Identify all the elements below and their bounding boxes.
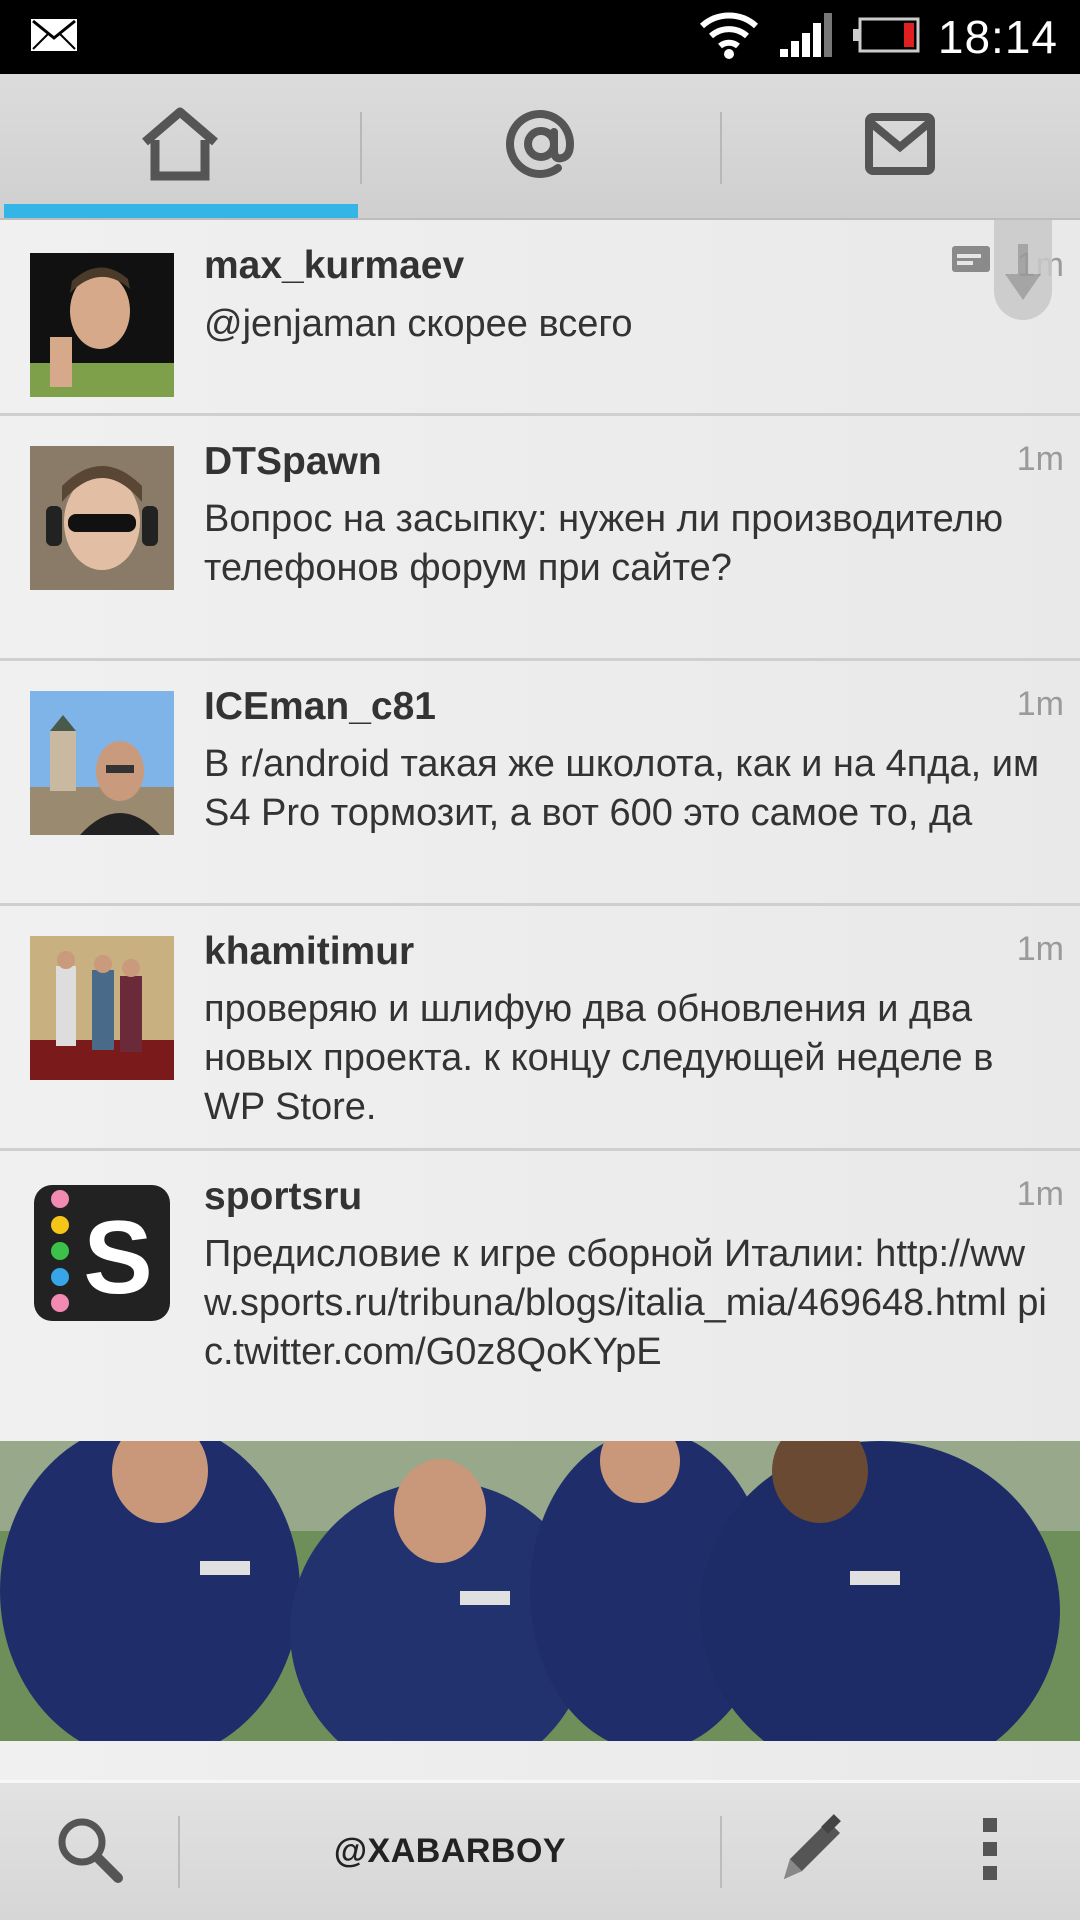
tweet-text[interactable]: Предисловие к игре сборной Италии: http:… (204, 1230, 1060, 1377)
avatar[interactable] (30, 253, 174, 397)
tweet-username[interactable]: DTSpawn (204, 440, 382, 484)
selected-tab-indicator (4, 204, 358, 218)
pull-to-refresh-handle[interactable] (994, 220, 1052, 320)
compose-button[interactable] (722, 1809, 902, 1894)
tweet-timestamp: 1m (1016, 1175, 1064, 1213)
wifi-icon (698, 10, 760, 65)
tweet-item[interactable]: DTSpawn 1m Вопрос на засыпку: нужен ли п… (0, 416, 1080, 661)
tweet-username[interactable]: sportsru (204, 1175, 362, 1219)
tweet-text: В r/android такая же школота, как и на 4… (204, 743, 1040, 834)
tweet-timestamp: 1m (1016, 930, 1064, 968)
conversation-icon (952, 246, 990, 277)
account-switcher[interactable]: @XABARBOY (180, 1832, 720, 1871)
mail-notification-icon (30, 18, 78, 57)
tweet-item[interactable]: ICEman_c81 1m В r/android такая же школо… (0, 661, 1080, 906)
signal-icon (778, 11, 834, 64)
tweet-item[interactable]: S sportsru 1m Предисловие к игре сборной… (0, 1151, 1080, 1780)
tab-mentions[interactable] (360, 74, 720, 218)
tweet-item[interactable]: khamitimur 1m проверяю и шлифую два обно… (0, 906, 1080, 1151)
tweet-timestamp: 1m (1016, 440, 1064, 478)
avatar[interactable] (30, 446, 174, 590)
overflow-menu-icon (980, 1816, 1000, 1887)
svg-text:S: S (83, 1200, 152, 1316)
avatar[interactable] (30, 691, 174, 835)
tab-home[interactable] (0, 74, 360, 218)
tweet-item[interactable]: max_kurmaev 1m @jenjaman скорее всего (0, 220, 1080, 416)
tweet-timestamp: 1m (1016, 685, 1064, 723)
tweet-username[interactable]: ICEman_c81 (204, 685, 436, 729)
account-name: @XABARBOY (333, 1832, 567, 1870)
tweet-media-photo[interactable] (0, 1419, 1080, 1780)
tab-messages[interactable] (720, 74, 1080, 218)
compose-pencil-icon (772, 1809, 852, 1894)
timeline[interactable]: max_kurmaev 1m @jenjaman скорее всего (0, 220, 1080, 1780)
battery-low-icon (852, 15, 920, 60)
envelope-icon (865, 112, 935, 180)
status-bar: 18:14 (0, 0, 1080, 74)
tweet-text: проверяю и шлифую два обновления и два н… (204, 988, 994, 1128)
overflow-menu-button[interactable] (902, 1816, 1078, 1887)
clock: 18:14 (937, 11, 1058, 63)
bottom-action-bar: @XABARBOY (0, 1780, 1080, 1920)
arrow-down-icon (1003, 244, 1043, 309)
tweet-username[interactable]: max_kurmaev (204, 244, 464, 288)
tweet-username[interactable]: khamitimur (204, 930, 414, 974)
search-button[interactable] (0, 1814, 178, 1889)
tab-bar (0, 74, 1080, 220)
tweet-text: @jenjaman скорее всего (204, 303, 633, 345)
search-icon (54, 1814, 124, 1889)
avatar[interactable] (30, 936, 174, 1080)
tweet-text: Вопрос на засыпку: нужен ли производител… (204, 498, 1004, 589)
at-sign-icon (504, 108, 576, 185)
home-icon (137, 106, 223, 187)
avatar[interactable]: S (30, 1181, 174, 1325)
